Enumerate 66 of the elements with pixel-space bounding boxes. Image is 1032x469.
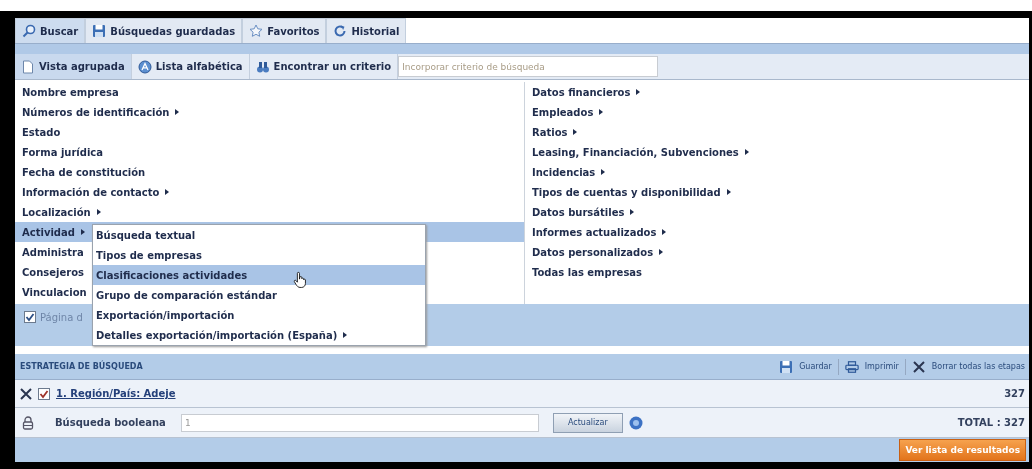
submenu-arrow-icon — [95, 208, 102, 216]
criterion-item[interactable]: Incidencias — [525, 162, 1029, 182]
total-count: TOTAL : 327 — [957, 417, 1025, 428]
star-icon — [249, 24, 264, 38]
section-title: ESTRATEGIA DE BÚSQUEDA — [20, 362, 143, 371]
submenu-arrow-icon — [743, 148, 750, 156]
submenu-arrow-icon — [572, 128, 579, 136]
submenu-arrow-icon — [174, 108, 181, 116]
submenu-arrow-icon — [629, 208, 636, 216]
criterion-item[interactable]: Forma jurídica — [15, 142, 524, 162]
submenu-arrow-icon — [725, 188, 732, 196]
criterion-item[interactable]: Leasing, Financiación, Subvenciones — [525, 142, 1029, 162]
submenu-arrow-icon — [342, 331, 349, 339]
criterion-item[interactable]: Empleados — [525, 102, 1029, 122]
delete-icon[interactable] — [19, 386, 33, 401]
criterion-item[interactable]: Informes actualizados — [525, 222, 1029, 242]
criterion-item[interactable]: Todas las empresas — [525, 262, 1029, 282]
circular-arrow-icon — [333, 24, 348, 38]
submenu-arrow-icon — [164, 188, 171, 196]
help-icon[interactable] — [628, 415, 643, 430]
submenu-item[interactable]: Detalles exportación/importación (España) — [93, 325, 425, 345]
submenu-item[interactable]: Búsqueda textual — [93, 225, 425, 245]
action-link[interactable]: Imprimir — [864, 362, 899, 371]
submenu-item[interactable]: Exportación/importación — [93, 305, 425, 325]
criterion-item[interactable]: Datos personalizados — [525, 242, 1029, 262]
submenu-arrow-icon — [79, 228, 86, 236]
field-label: Búsqueda booleana — [55, 417, 167, 428]
update-button[interactable]: Actualizar — [553, 412, 623, 433]
search-tab[interactable]: Historial — [326, 18, 407, 43]
criterion-item[interactable]: Fecha de constitución — [15, 162, 524, 182]
submenu-arrow-icon — [600, 168, 607, 176]
action-link[interactable]: Guardar — [799, 362, 832, 371]
checkbox[interactable] — [38, 387, 50, 400]
criterion-item[interactable]: Estado — [15, 122, 524, 142]
result-count: 327 — [1004, 388, 1025, 399]
document-icon — [21, 59, 35, 74]
printer-icon — [844, 359, 859, 374]
submenu-item[interactable]: Clasificaciones actividades — [93, 265, 425, 285]
search-icon — [22, 24, 36, 38]
close-icon — [911, 359, 926, 374]
criterion-item[interactable]: Información de contacto — [15, 182, 524, 202]
search-tab[interactable]: Favoritos — [242, 18, 327, 43]
criterion-item[interactable]: Datos bursátiles — [525, 202, 1029, 222]
criterion-item[interactable]: Tipos de cuentas y disponibilidad — [525, 182, 1029, 202]
step-link[interactable]: 1. Región/País: Adeje — [56, 388, 176, 399]
criterion-item[interactable]: Nombre empresa — [15, 82, 524, 102]
submenu-arrow-icon — [635, 88, 642, 96]
view-tab[interactable]: Vista agrupada — [15, 54, 132, 79]
search-tab[interactable]: Búsquedas guardadas — [85, 18, 243, 43]
checkbox-label: Página d — [40, 311, 83, 323]
submenu-arrow-icon — [658, 248, 665, 256]
criterion-item[interactable]: Datos financieros — [525, 82, 1029, 102]
criterion-item[interactable]: Números de identificación — [15, 102, 524, 122]
binoculars-icon — [255, 59, 270, 74]
hand-cursor-icon — [293, 271, 307, 289]
action-link[interactable]: Borrar todas las etapas — [931, 362, 1025, 371]
criterion-item[interactable]: Localización — [15, 202, 524, 222]
submenu-arrow-icon — [598, 108, 605, 116]
search-tab[interactable]: Buscar — [15, 18, 86, 43]
checkbox[interactable] — [24, 311, 36, 323]
criterion-search-field[interactable]: Incorporar criterio de búsqueda — [398, 56, 659, 77]
submenu-item[interactable]: Grupo de comparación estándar — [93, 285, 425, 305]
submenu-arrow-icon — [661, 228, 668, 236]
criterion-item[interactable]: Ratios — [525, 122, 1029, 142]
lock-icon — [21, 415, 35, 430]
submenu-item[interactable]: Tipos de empresas — [93, 245, 425, 265]
